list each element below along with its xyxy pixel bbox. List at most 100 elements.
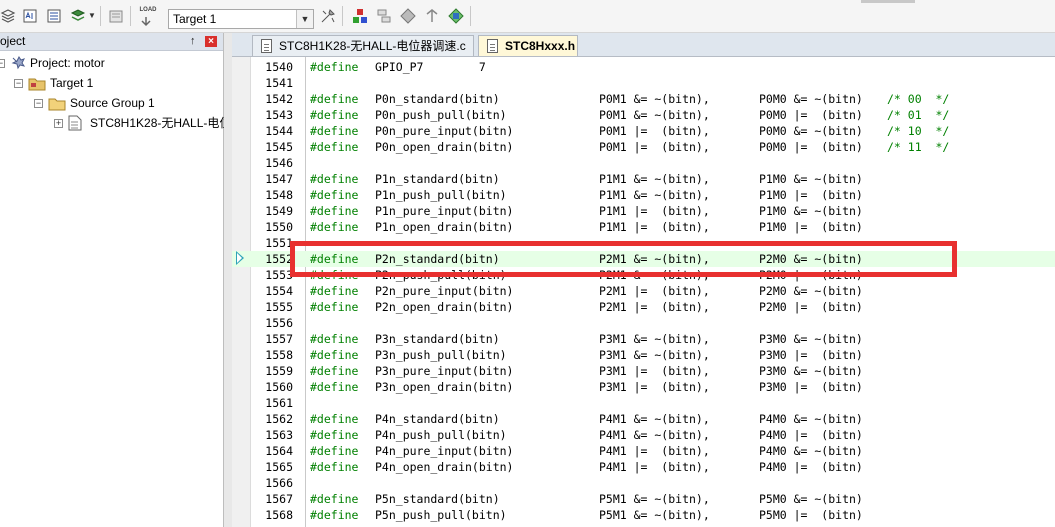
code-line[interactable]: 1554 #define P2n_pure_input(bitn) P2M1 |= (… xyxy=(232,283,1055,299)
mode-register-1-expr: P1M1 |= (bitn), xyxy=(599,204,710,218)
tab-stc8hxxx-header[interactable]: STC8Hxxx.h xyxy=(478,35,578,56)
line-number: 1556 xyxy=(265,316,293,330)
mode-register-0-expr: P0M0 &= ~(bitn) xyxy=(759,124,863,138)
mode-register-0-expr: P4M0 &= ~(bitn) xyxy=(759,444,863,458)
target-options-icon[interactable] xyxy=(320,8,336,24)
pin-icon[interactable]: ↑ xyxy=(190,33,196,50)
toolbar-separator xyxy=(100,6,101,26)
code-line[interactable]: 1548 #define P1n_push_pull(bitn) P1M1 &= ~(… xyxy=(232,187,1055,203)
project-panel-title: oject xyxy=(0,34,26,48)
translate-icon[interactable] xyxy=(22,8,38,24)
code-line[interactable]: 1556 xyxy=(232,315,1055,331)
stop-build-icon[interactable] xyxy=(108,8,124,24)
line-number: 1566 xyxy=(265,476,293,490)
mode-register-0-expr: P4M0 |= (bitn) xyxy=(759,428,863,442)
run-environment-icon[interactable] xyxy=(448,8,464,24)
collapse-toggle-icon[interactable]: − xyxy=(34,99,43,108)
project-icon xyxy=(11,56,26,70)
document-icon xyxy=(261,39,272,53)
define-keyword: #define xyxy=(310,140,359,154)
code-line[interactable]: 1555 #define P2n_open_drain(bitn) P2M1 |= (… xyxy=(232,299,1055,315)
mode-register-1-expr: P4M1 &= ~(bitn), xyxy=(599,412,710,426)
line-number: 1540 xyxy=(265,60,293,74)
stack-icon[interactable] xyxy=(0,8,16,24)
code-line[interactable]: 1563 #define P4n_push_pull(bitn) P4M1 &= ~(… xyxy=(232,427,1055,443)
mode-register-0-expr: P4M0 &= ~(bitn) xyxy=(759,412,863,426)
line-number: 1558 xyxy=(265,348,293,362)
tab-stc8h1k28-source[interactable]: STC8H1K28-无HALL-电位器调速.c xyxy=(252,35,474,56)
code-line[interactable]: 1547 #define P1n_standard(bitn) P1M1 &= ~(b… xyxy=(232,171,1055,187)
chevron-down-icon[interactable]: ▼ xyxy=(88,11,96,20)
define-keyword: #define xyxy=(310,444,359,458)
target-select[interactable]: Target 1 ▼ xyxy=(168,9,314,29)
code-line[interactable]: 1541 xyxy=(232,75,1055,91)
collapse-toggle-icon[interactable]: − xyxy=(14,79,23,88)
expand-toggle-icon[interactable]: + xyxy=(54,119,63,128)
code-line[interactable]: 1568 #define P5n_push_pull(bitn) P5M1 &= ~(… xyxy=(232,507,1055,523)
mode-register-0-expr: P0M0 &= ~(bitn) xyxy=(759,92,863,106)
mode-register-0-expr: P4M0 |= (bitn) xyxy=(759,460,863,474)
code-line[interactable]: 1565 #define P4n_open_drain(bitn) P4M1 |= (… xyxy=(232,459,1055,475)
source-group-label: Source Group 1 xyxy=(70,96,155,110)
code-line[interactable]: 1543 #define P0n_push_pull(bitn) P0M1 &= ~(… xyxy=(232,107,1055,123)
mode-register-1-expr: P4M1 |= (bitn), xyxy=(599,444,710,458)
macro-name: P0n_push_pull(bitn) xyxy=(375,108,507,122)
select-software-packs-icon[interactable] xyxy=(376,8,392,24)
code-line[interactable]: 1560 #define P3n_open_drain(bitn) P3M1 |= (… xyxy=(232,379,1055,395)
code-comment: /* 00 */ xyxy=(887,92,950,106)
line-number: 1560 xyxy=(265,380,293,394)
code-line[interactable]: 1540 #define GPIO_P7 7 xyxy=(232,59,1055,75)
manage-components-icon[interactable] xyxy=(352,8,368,24)
pack-installer-icon[interactable] xyxy=(400,8,416,24)
code-line[interactable]: 1544 #define P0n_pure_input(bitn) P0M1 |= (… xyxy=(232,123,1055,139)
code-comment: /* 01 */ xyxy=(887,108,950,122)
code-editor[interactable]: 1540 #define GPIO_P7 7 1541 1542 #define P0n_s… xyxy=(232,57,1055,527)
mode-register-1-expr: P2M1 |= (bitn), xyxy=(599,284,710,298)
load-button[interactable]: LOAD xyxy=(138,6,158,27)
code-line[interactable]: 1546 xyxy=(232,155,1055,171)
code-line[interactable]: 1561 xyxy=(232,395,1055,411)
line-number: 1568 xyxy=(265,508,293,522)
define-keyword: #define xyxy=(310,508,359,522)
build-icon[interactable] xyxy=(46,8,62,24)
collapse-toggle-icon[interactable]: − xyxy=(0,59,5,68)
code-line[interactable]: 1566 xyxy=(232,475,1055,491)
code-line[interactable]: 1549 #define P1n_pure_input(bitn) P1M1 |= (… xyxy=(232,203,1055,219)
target-select-value: Target 1 xyxy=(173,12,217,26)
macro-name: P1n_pure_input(bitn) xyxy=(375,204,514,218)
define-keyword: #define xyxy=(310,412,359,426)
batch-build-icon[interactable] xyxy=(70,8,86,24)
line-number: 1546 xyxy=(265,156,293,170)
download-pack-icon[interactable] xyxy=(424,8,440,24)
define-keyword: #define xyxy=(310,220,359,234)
line-number: 1550 xyxy=(265,220,293,234)
line-number: 1542 xyxy=(265,92,293,106)
load-label: LOAD xyxy=(139,7,157,13)
close-icon[interactable]: × xyxy=(205,36,217,47)
chevron-down-icon[interactable]: ▼ xyxy=(296,10,313,28)
code-line[interactable]: 1550 #define P1n_open_drain(bitn) P1M1 |= (… xyxy=(232,219,1055,235)
code-line[interactable]: 1542 #define P0n_standard(bitn) P0M1 &= ~(b… xyxy=(232,91,1055,107)
line-number: 1561 xyxy=(265,396,293,410)
mode-register-1-expr: P3M1 &= ~(bitn), xyxy=(599,348,710,362)
mode-register-1-expr: P5M1 &= ~(bitn), xyxy=(599,508,710,522)
code-line[interactable]: 1562 #define P4n_standard(bitn) P4M1 &= ~(b… xyxy=(232,411,1055,427)
line-number: 1559 xyxy=(265,364,293,378)
file-label: STC8H1K28-无HALL-电位 xyxy=(90,116,232,130)
code-line[interactable]: 1557 #define P3n_standard(bitn) P3M1 &= ~(b… xyxy=(232,331,1055,347)
define-keyword: #define xyxy=(310,492,359,506)
define-keyword: #define xyxy=(310,172,359,186)
code-line[interactable]: 1545 #define P0n_open_drain(bitn) P0M1 |= (… xyxy=(232,139,1055,155)
mode-register-1-expr: P4M1 |= (bitn), xyxy=(599,460,710,474)
code-line[interactable]: 1564 #define P4n_pure_input(bitn) P4M1 |= (… xyxy=(232,443,1055,459)
line-number: 1547 xyxy=(265,172,293,186)
c-file-icon xyxy=(68,115,82,131)
macro-name: GPIO_P7 7 xyxy=(375,60,486,74)
panel-splitter[interactable] xyxy=(224,33,232,527)
code-line[interactable]: 1567 #define P5n_standard(bitn) P5M1 &= ~(b… xyxy=(232,491,1055,507)
code-line[interactable]: 1558 #define P3n_push_pull(bitn) P3M1 &= ~(… xyxy=(232,347,1055,363)
code-line[interactable]: 1559 #define P3n_pure_input(bitn) P3M1 |= (… xyxy=(232,363,1055,379)
toolbar-separator xyxy=(342,6,343,26)
mode-register-0-expr: P1M0 |= (bitn) xyxy=(759,220,863,234)
mode-register-1-expr: P5M1 &= ~(bitn), xyxy=(599,492,710,506)
